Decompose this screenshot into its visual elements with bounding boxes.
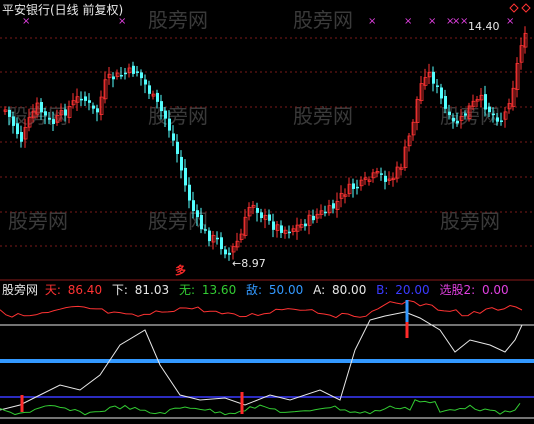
candle-body: [484, 94, 487, 110]
candle-body: [444, 95, 447, 109]
candle-body: [156, 92, 159, 102]
sell-mark: ×: [404, 16, 412, 27]
legend-b: B: 20.00: [376, 283, 430, 297]
legend-di: 敌: 50.00: [246, 283, 304, 297]
candle-body: [200, 214, 203, 230]
candle-body: [440, 87, 443, 99]
candle-body: [44, 111, 47, 116]
candle-body: [260, 212, 263, 219]
candle-body: [288, 231, 291, 234]
candle-body: [84, 96, 87, 101]
candle-body: [20, 132, 23, 142]
candle-body: [144, 79, 147, 85]
candle-body: [64, 109, 67, 116]
candle-body: [40, 102, 43, 113]
candle-body: [356, 186, 359, 189]
candle-body: [216, 237, 219, 240]
candle-body: [8, 109, 11, 117]
sell-mark: ×: [428, 16, 436, 27]
candle-body: [204, 229, 207, 231]
candle-body: [16, 123, 19, 135]
candle-body: [196, 210, 199, 218]
candle-body: [220, 237, 223, 250]
low-price-label: ←8.97: [232, 257, 266, 270]
sell-mark: ×: [368, 16, 376, 27]
candle-body: [12, 116, 15, 126]
legend-wu: 无: 13.60: [178, 283, 237, 297]
buy-signal-marker: 多: [175, 264, 186, 277]
legend-tian: 天: 86.40: [44, 283, 103, 297]
candle-body: [136, 71, 139, 73]
candle-body: [488, 106, 491, 113]
diamond-icon: [521, 3, 531, 13]
candle-body: [188, 184, 191, 201]
candle-body: [452, 117, 455, 122]
candle-body: [172, 133, 175, 141]
candle-body: [352, 183, 355, 189]
candle-body: [268, 214, 271, 221]
candle-body: [120, 75, 123, 77]
candle-body: [112, 76, 115, 80]
candle-body: [256, 208, 259, 213]
candle-body: [148, 85, 151, 94]
sell-mark: ×: [22, 16, 30, 27]
candle-body: [496, 117, 499, 122]
chart-canvas[interactable]: × × × × × ×× × ×: [0, 0, 534, 424]
candle-body: [436, 85, 439, 87]
stock-chart-window: 股旁网 股旁网 股旁网 股旁网 股旁网 股旁网 股旁网 股旁网 股旁网 × × × ×…: [0, 0, 534, 424]
candle-body: [464, 113, 467, 116]
indicator-name[interactable]: 股旁网: [2, 283, 38, 297]
candle-body: [312, 215, 315, 221]
candle-body: [304, 223, 307, 227]
candle-body: [432, 71, 435, 84]
candle-body: [492, 113, 495, 116]
legend-xg: 选股2: 0.00: [439, 283, 509, 297]
candle-body: [192, 200, 195, 212]
candle-body: [164, 110, 167, 119]
candle-body: [280, 225, 283, 233]
sell-mark: ×: [506, 16, 514, 27]
candle-body: [184, 167, 187, 186]
candle-body: [332, 203, 335, 209]
candle-body: [180, 156, 183, 171]
candle-body: [168, 118, 171, 131]
wu-line: [0, 399, 521, 416]
candle-body: [140, 72, 143, 79]
candle-body: [228, 252, 231, 255]
candle-body: [380, 173, 383, 175]
candle-body: [96, 108, 99, 113]
legend-a: A: 80.00: [313, 283, 367, 297]
tian-line: [0, 299, 523, 319]
candle-body: [160, 101, 163, 112]
candle-body: [132, 65, 135, 74]
candle-body: [448, 111, 451, 116]
diamond-icon: [509, 3, 519, 13]
candle-body: [92, 105, 95, 109]
candle-body: [224, 249, 227, 255]
candle-body: [208, 230, 211, 242]
candle-body: [324, 211, 327, 214]
candle-body: [124, 72, 127, 75]
candle-body: [176, 141, 179, 154]
high-price-label: 14.40: [468, 20, 500, 33]
candle-body: [384, 175, 387, 182]
candle-body: [48, 117, 51, 120]
candle-body: [88, 100, 91, 103]
chart-title: 平安银行(日线 前复权): [2, 3, 124, 17]
candle-body: [80, 98, 83, 101]
candle-body: [272, 221, 275, 230]
indicator-legend: 股旁网 天: 86.40 下: 81.03 无: 13.60 敌: 50.00 …: [2, 283, 515, 297]
candle-body: [456, 120, 459, 124]
candle-body: [500, 120, 503, 122]
candle-body: [52, 119, 55, 125]
sell-mark: ×: [118, 16, 126, 27]
low-price-value: 8.97: [241, 257, 266, 270]
legend-xia: 下: 81.03: [111, 283, 170, 297]
